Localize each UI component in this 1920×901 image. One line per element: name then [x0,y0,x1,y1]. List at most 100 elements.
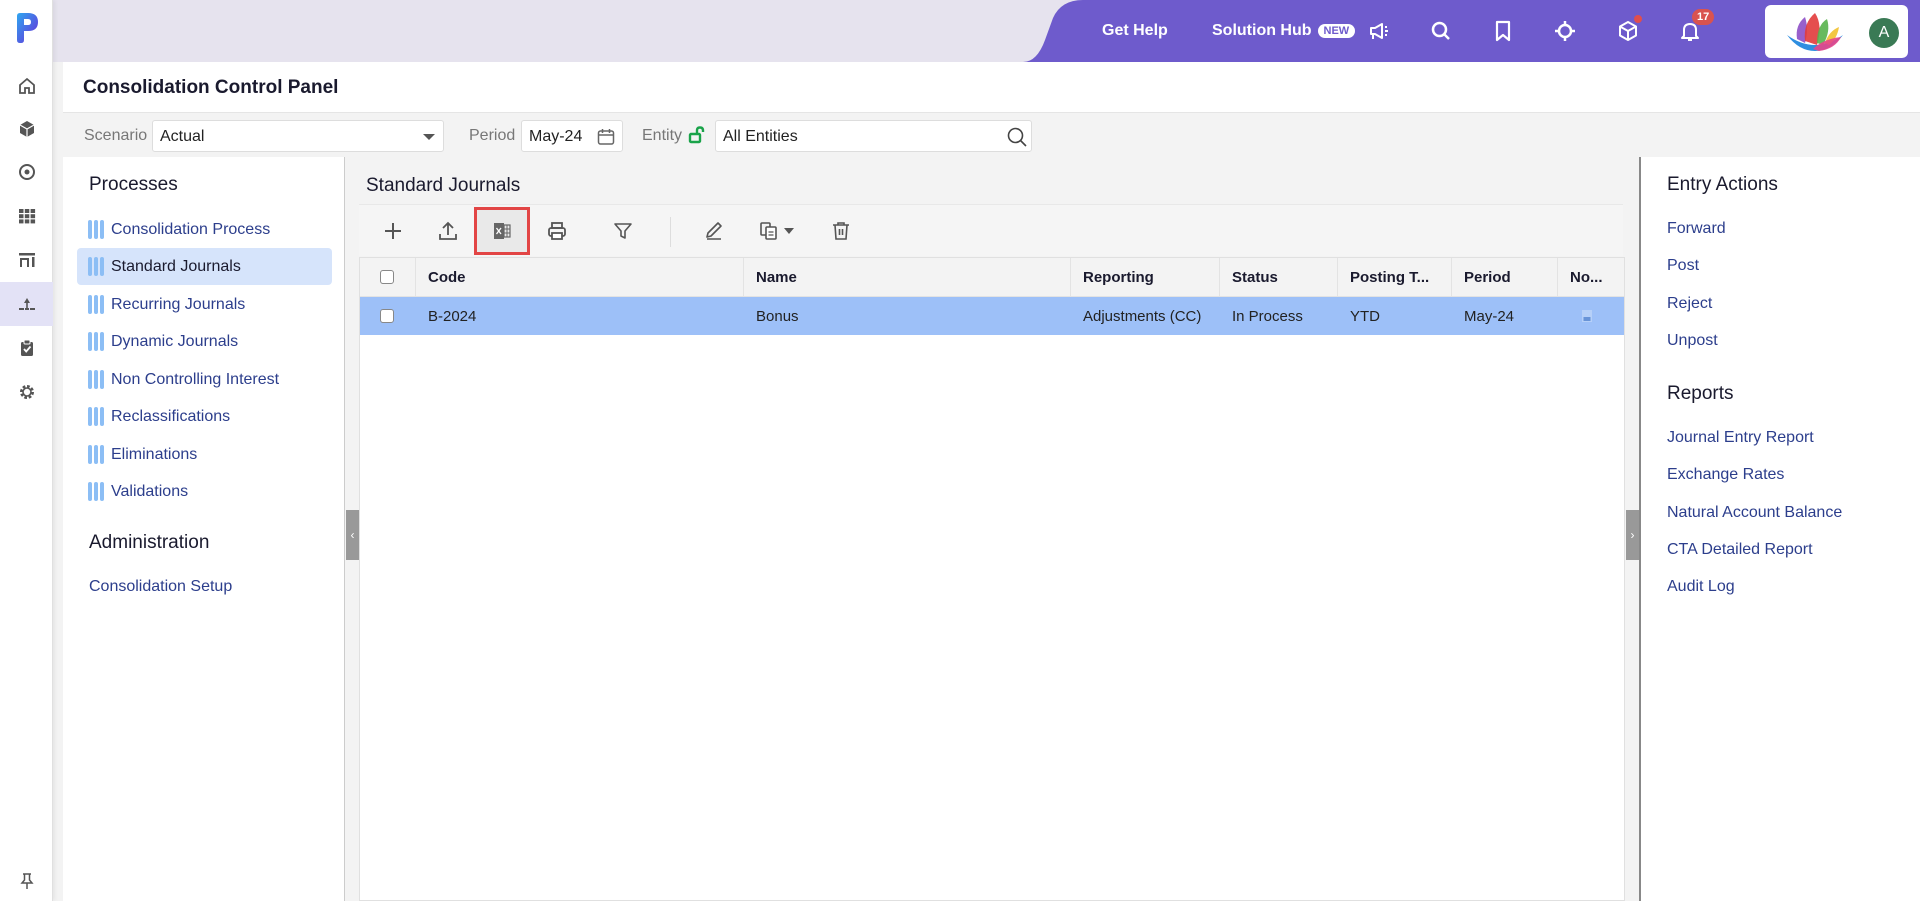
period-value: May-24 [529,128,583,145]
report-journal-entry[interactable]: Journal Entry Report [1667,429,1814,447]
report-audit-log[interactable]: Audit Log [1667,578,1735,596]
rail-consolidation[interactable] [0,282,53,326]
nav-validations[interactable]: Validations [77,473,332,510]
user-avatar[interactable]: A [1869,18,1899,48]
entity-value: All Entities [723,128,798,145]
cell-code: B-2024 [428,307,477,325]
nav-non-controlling-interest[interactable]: Non Controlling Interest [77,361,332,398]
column-header-name[interactable]: Name [744,258,1071,296]
column-header-period[interactable]: Period [1452,258,1558,296]
nav-label: Dynamic Journals [111,332,239,350]
nav-consolidation-setup[interactable]: Consolidation Setup [89,578,232,596]
delete-button[interactable] [815,211,867,251]
chevron-left-icon: ‹ [350,528,355,542]
process-icon [88,295,104,314]
notifications-button[interactable]: 17 [1678,9,1715,43]
filter-button[interactable] [597,211,649,251]
copy-dropdown-button[interactable] [746,211,806,251]
unlock-icon[interactable] [688,126,706,144]
packages-button[interactable] [1616,15,1642,43]
pencil-icon [706,222,722,240]
copy-icon [760,222,777,240]
page-header: Consolidation Control Panel [63,62,1920,113]
rail-reports[interactable] [0,238,53,282]
crosshair-icon [1555,21,1575,41]
get-help-link[interactable]: Get Help [1102,22,1168,40]
collapse-left-panel[interactable]: ‹ [346,510,359,560]
add-button[interactable] [367,211,419,251]
reports-title: Reports [1667,383,1734,404]
report-exchange-rates[interactable]: Exchange Rates [1667,466,1784,484]
column-header-code[interactable]: Code [416,258,744,296]
table-row[interactable]: B-2024 Bonus Adjustments (CC) In Process… [360,297,1624,335]
grid-header: Code Name Reporting Status Posting T... … [360,258,1624,297]
action-forward[interactable]: Forward [1667,220,1726,238]
filter-icon [614,223,632,239]
nav-recurring-journals[interactable]: Recurring Journals [77,286,332,323]
processes-panel: Processes Consolidation Process Standard… [63,157,345,901]
column-header-reporting[interactable]: Reporting [1071,258,1220,296]
nav-label: Standard Journals [111,257,241,275]
scenario-select[interactable]: Actual [152,120,444,152]
rail-cube[interactable] [0,107,53,151]
nav-consolidation-process[interactable]: Consolidation Process [77,211,332,248]
rail-settings[interactable] [0,370,53,414]
collapse-right-panel[interactable]: › [1626,510,1639,560]
rail-pin[interactable] [0,866,53,896]
solution-hub-link[interactable]: Solution Hub NEW [1212,22,1356,40]
period-label: Period [469,127,516,144]
rail-tasks[interactable] [0,326,53,370]
rail-home[interactable] [0,64,53,108]
hierarchy-icon [18,298,35,310]
report-cta-detailed[interactable]: CTA Detailed Report [1667,541,1813,559]
nav-dynamic-journals[interactable]: Dynamic Journals [77,323,332,360]
nav-standard-journals[interactable]: Standard Journals [77,248,332,285]
bookmark-button[interactable] [1491,19,1515,43]
row-checkbox[interactable] [380,309,394,323]
action-reject[interactable]: Reject [1667,295,1712,313]
process-icon [88,407,104,426]
focus-button[interactable] [1553,19,1577,43]
action-post[interactable]: Post [1667,257,1699,275]
entity-label: Entity [642,127,683,144]
print-button[interactable] [531,211,583,251]
column-header-notes[interactable]: No... [1558,258,1624,296]
select-all-checkbox[interactable] [380,270,394,284]
rail-target[interactable] [0,150,53,194]
announcements-button[interactable] [1367,19,1391,43]
administration-title: Administration [89,532,210,553]
rail-grid[interactable] [0,194,53,238]
cell-status: In Process [1232,307,1303,325]
journals-grid: Code Name Reporting Status Posting T... … [359,257,1625,901]
notification-count: 17 [1692,9,1715,25]
search-icon[interactable] [1005,125,1029,149]
column-header-posting-type[interactable]: Posting T... [1338,258,1452,296]
nav-label: Validations [111,482,189,500]
search-button[interactable] [1429,19,1453,43]
calendar-icon[interactable] [596,127,616,147]
column-header-status[interactable]: Status [1220,258,1338,296]
upload-button[interactable] [422,211,474,251]
process-icon [88,445,104,464]
nav-reclassifications[interactable]: Reclassifications [77,398,332,435]
grid-icon [18,209,35,224]
excel-icon [494,223,511,239]
bookmark-icon [1495,20,1511,42]
export-excel-button[interactable] [474,207,530,255]
row-select-cell [360,297,416,335]
cell-reporting: Adjustments (CC) [1083,307,1202,325]
report-natural-account-balance[interactable]: Natural Account Balance [1667,504,1842,522]
edit-button[interactable] [688,211,740,251]
nav-eliminations[interactable]: Eliminations [77,436,332,473]
journal-toolbar [359,204,1623,256]
period-picker[interactable]: May-24 [521,120,623,152]
cell-posting-type: YTD [1350,307,1380,325]
new-badge: NEW [1317,24,1356,38]
app-logo[interactable] [14,12,40,44]
action-unpost[interactable]: Unpost [1667,332,1718,350]
target-icon [18,164,35,180]
entity-search-input[interactable]: All Entities [715,120,1032,152]
note-icon[interactable] [1580,309,1594,323]
megaphone-icon [1370,23,1388,39]
gear-icon [19,385,34,399]
